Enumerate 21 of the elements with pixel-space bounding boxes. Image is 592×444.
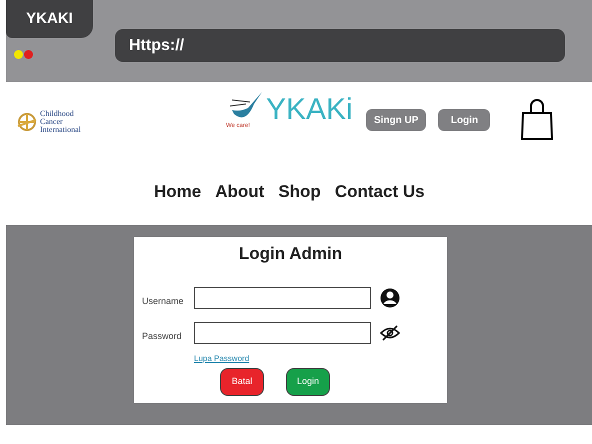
shopping-bag-icon[interactable] bbox=[521, 99, 553, 141]
address-bar[interactable]: Https:// bbox=[115, 29, 565, 62]
field-label: Username bbox=[142, 295, 185, 308]
header-button[interactable]: Login bbox=[438, 109, 490, 131]
user-icon bbox=[380, 287, 400, 309]
nav-link[interactable]: About bbox=[215, 179, 264, 204]
hidden-eye-icon[interactable] bbox=[380, 325, 400, 341]
username-field[interactable] bbox=[194, 287, 371, 309]
login-title: Login Admin bbox=[238, 243, 344, 265]
globe-logo-icon bbox=[16, 111, 38, 133]
forgot-password-link[interactable]: Lupa Password bbox=[194, 353, 250, 365]
password-field[interactable] bbox=[194, 322, 371, 344]
nav-link[interactable]: Contact Us bbox=[334, 179, 425, 204]
field-label: Password bbox=[142, 330, 183, 344]
header-button[interactable]: Singn UP bbox=[366, 109, 426, 131]
cancel-button[interactable]: Batal bbox=[220, 368, 264, 396]
logo-text: YKAKi bbox=[266, 95, 353, 125]
nav-link[interactable]: Home bbox=[154, 179, 202, 204]
nav-link[interactable]: Shop bbox=[278, 179, 321, 204]
partner-logo-text: Childhood Cancer International bbox=[40, 110, 82, 134]
browser-tab[interactable]: YKAKI bbox=[6, 0, 93, 38]
